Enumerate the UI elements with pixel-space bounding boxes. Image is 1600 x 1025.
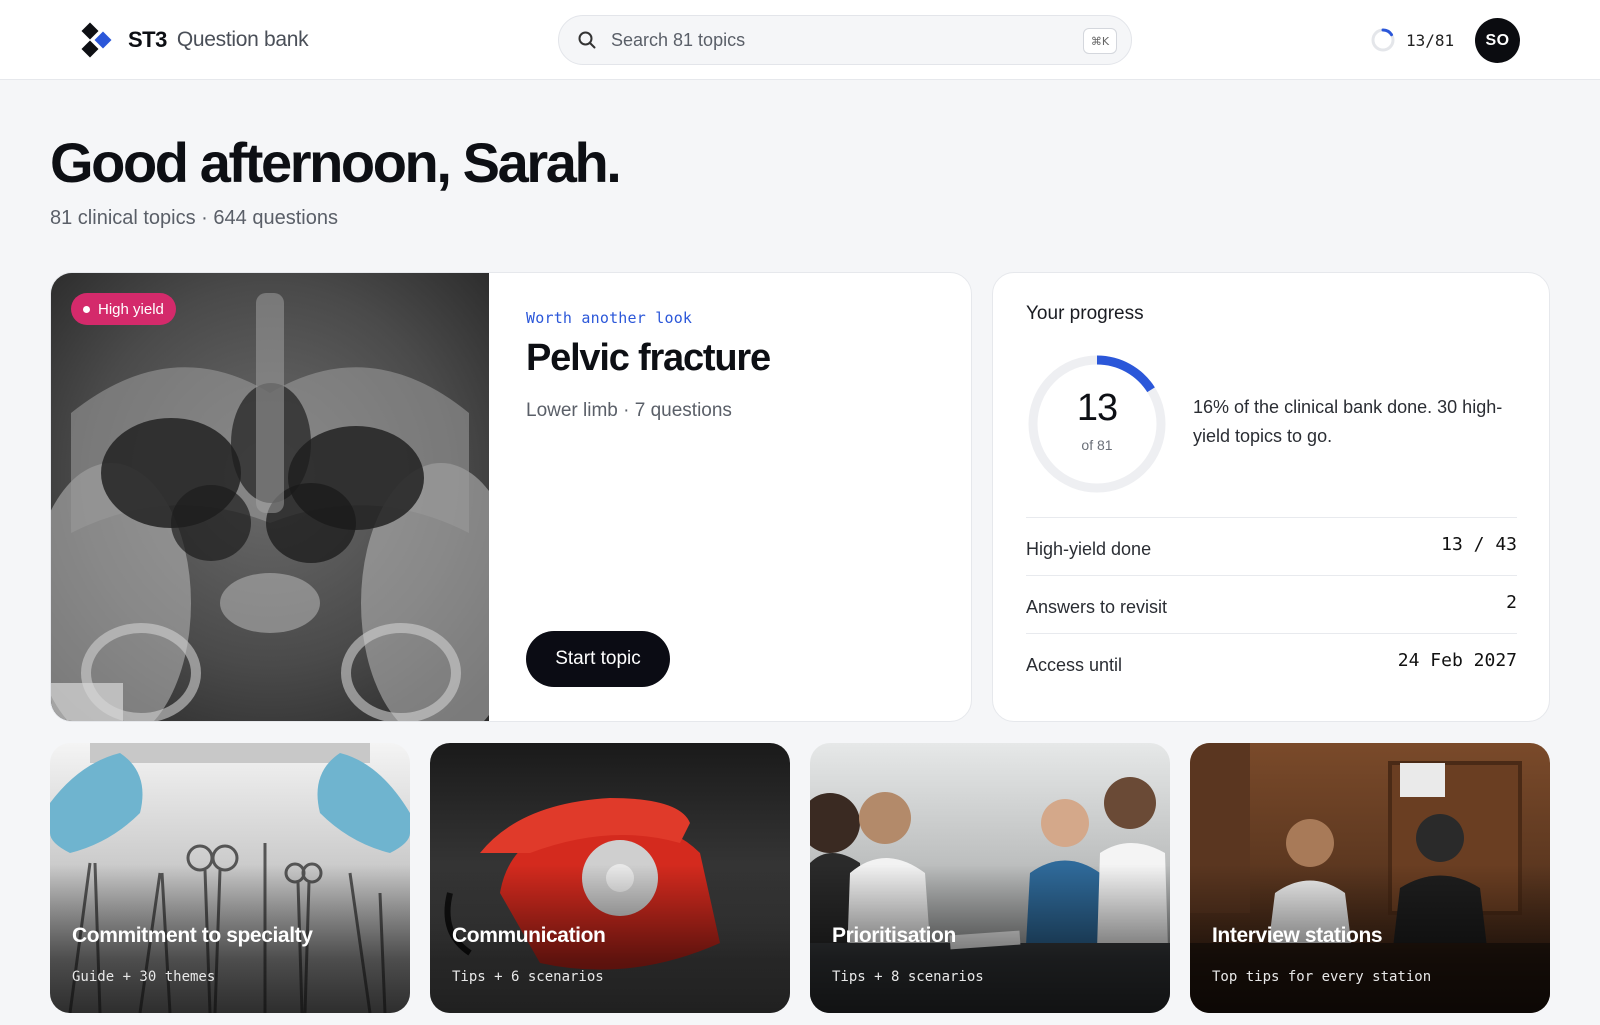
featured-title: Pelvic fracture [526,337,771,379]
xray-image: High yield [51,273,489,721]
tile-commitment-to-specialty[interactable]: Commitment to specialty Guide + 30 theme… [50,743,410,1013]
tile-subtitle: Guide + 30 themes [72,969,216,985]
progress-ring-icon [1371,28,1395,52]
stat-row-access: Access until 24 Feb 2027 [1026,633,1517,691]
stat-value: 2 [1506,592,1517,613]
stat-row-revisit[interactable]: Answers to revisit 2 [1026,575,1517,633]
start-topic-button[interactable]: Start topic [526,631,670,687]
brand-name: ST3 [128,27,167,52]
product-name: Question bank [176,28,309,51]
stat-label: Access until [1026,655,1123,675]
progress-total: of 81 [1081,437,1113,453]
search-bar[interactable]: ⌘K [558,15,1132,65]
tile-title: Commitment to specialty [72,924,313,947]
stat-label: High-yield done [1026,539,1152,559]
badge-dot-icon [83,305,90,313]
progress-done-count: 13 [1076,387,1118,429]
header-progress[interactable]: 13/81 [1370,27,1454,53]
tile-subtitle: Top tips for every station [1212,969,1432,985]
search-input[interactable] [611,29,1051,51]
tile-subtitle: Tips + 8 scenarios [832,969,984,985]
progress-title: Your progress [1026,303,1144,324]
featured-topic-card[interactable]: High yield Worth another look Pelvic fra… [50,272,972,722]
shortcut-hint: ⌘K [1083,28,1117,54]
progress-card: Your progress 13 of 81 16% of the clinic… [992,272,1550,722]
stat-label: Answers to revisit [1026,597,1168,617]
page-title: Good afternoon, Sarah. [50,131,622,194]
progress-count: 13/81 [1406,30,1455,50]
badge-label: High yield [98,300,164,318]
tile-title: Prioritisation [832,924,956,947]
featured-meta: Lower limb · 7 questions [526,400,732,421]
high-yield-badge: High yield [71,293,176,325]
stat-value: 13 / 43 [1441,534,1517,555]
tile-title: Interview stations [1212,924,1383,947]
tile-title: Communication [452,924,606,947]
tile-prioritisation[interactable]: Prioritisation Tips + 8 scenarios [810,743,1170,1013]
progress-ring: 13 of 81 [1026,353,1168,495]
tile-subtitle: Tips + 6 scenarios [452,969,604,985]
stat-row-high-yield: High-yield done 13 / 43 [1026,517,1517,575]
tile-communication[interactable]: Communication Tips + 6 scenarios [430,743,790,1013]
top-bar: ST3 Question bank ⌘K 13/81 SO [0,0,1600,80]
logo-icon [80,22,116,58]
page-subtitle: 81 clinical topics · 644 questions [50,207,338,229]
brand[interactable]: ST3 Question bank [80,22,309,58]
avatar[interactable]: SO [1475,18,1520,63]
tile-interview-stations[interactable]: Interview stations Top tips for every st… [1190,743,1550,1013]
progress-summary: 16% of the clinical bank done. 30 high-y… [1193,397,1503,446]
stat-value: 24 Feb 2027 [1397,650,1517,671]
featured-kicker: Worth another look [526,309,693,327]
search-icon [577,30,597,50]
progress-stats: High-yield done 13 / 43 Answers to revis… [1026,517,1517,691]
